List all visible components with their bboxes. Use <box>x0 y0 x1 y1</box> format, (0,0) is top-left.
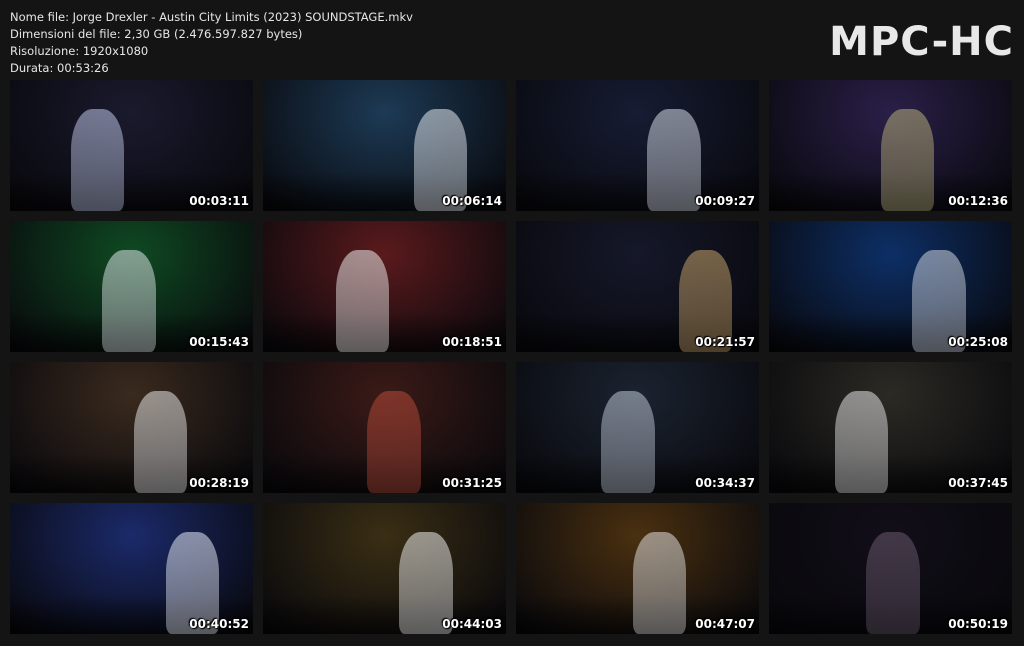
video-thumbnail: 00:21:57 <box>516 221 759 352</box>
file-name-text: Nome file: Jorge Drexler - Austin City L… <box>10 10 413 24</box>
mpc-hc-logo: MPC-HC <box>829 19 1014 65</box>
duration-text: Durata: 00:53:26 <box>10 61 109 75</box>
thumbnail-grid: 00:03:11 00:06:14 00:09:27 00:12:36 00:15:43… <box>10 80 1012 634</box>
performer-figure <box>102 249 156 352</box>
video-thumbnail: 00:25:08 <box>769 221 1012 352</box>
timestamp-label: 00:28:19 <box>189 476 249 490</box>
timestamp-label: 00:06:14 <box>442 194 502 208</box>
file-size-text: Dimensioni del file: 2,30 GB (2.476.597.… <box>10 27 303 41</box>
performer-figure <box>834 390 889 493</box>
video-thumbnail: 00:47:07 <box>516 503 759 634</box>
performer-figure <box>866 531 920 634</box>
video-thumbnail: 00:09:27 <box>516 80 759 211</box>
video-thumbnail: 00:12:36 <box>769 80 1012 211</box>
performer-figure <box>601 390 655 493</box>
performer-figure <box>133 390 188 493</box>
timestamp-label: 00:34:37 <box>695 476 755 490</box>
performer-figure <box>880 108 935 211</box>
video-thumbnail: 00:34:37 <box>516 362 759 493</box>
file-info: Nome file: Jorge Drexler - Austin City L… <box>10 9 413 77</box>
timestamp-label: 00:03:11 <box>189 194 249 208</box>
video-thumbnail: 00:31:25 <box>263 362 506 493</box>
video-thumbnail: 00:18:51 <box>263 221 506 352</box>
thumbnail-sheet: Nome file: Jorge Drexler - Austin City L… <box>0 0 1024 646</box>
timestamp-label: 00:31:25 <box>442 476 502 490</box>
video-thumbnail: 00:15:43 <box>10 221 253 352</box>
video-thumbnail: 00:44:03 <box>263 503 506 634</box>
timestamp-label: 00:47:07 <box>695 617 755 631</box>
performer-figure <box>70 108 125 211</box>
video-thumbnail: 00:06:14 <box>263 80 506 211</box>
video-thumbnail: 00:50:19 <box>769 503 1012 634</box>
performer-figure <box>632 531 687 634</box>
video-thumbnail: 00:28:19 <box>10 362 253 493</box>
video-thumbnail: 00:03:11 <box>10 80 253 211</box>
timestamp-label: 00:37:45 <box>948 476 1008 490</box>
timestamp-label: 00:12:36 <box>948 194 1008 208</box>
timestamp-label: 00:44:03 <box>442 617 502 631</box>
timestamp-label: 00:18:51 <box>442 335 502 349</box>
timestamp-label: 00:40:52 <box>189 617 249 631</box>
timestamp-label: 00:21:57 <box>695 335 755 349</box>
timestamp-label: 00:15:43 <box>189 335 249 349</box>
video-thumbnail: 00:37:45 <box>769 362 1012 493</box>
performer-figure <box>647 108 701 211</box>
video-thumbnail: 00:40:52 <box>10 503 253 634</box>
timestamp-label: 00:50:19 <box>948 617 1008 631</box>
timestamp-label: 00:25:08 <box>948 335 1008 349</box>
performer-figure <box>367 390 421 493</box>
timestamp-label: 00:09:27 <box>695 194 755 208</box>
resolution-text: Risoluzione: 1920x1080 <box>10 44 149 58</box>
performer-figure <box>335 249 390 352</box>
